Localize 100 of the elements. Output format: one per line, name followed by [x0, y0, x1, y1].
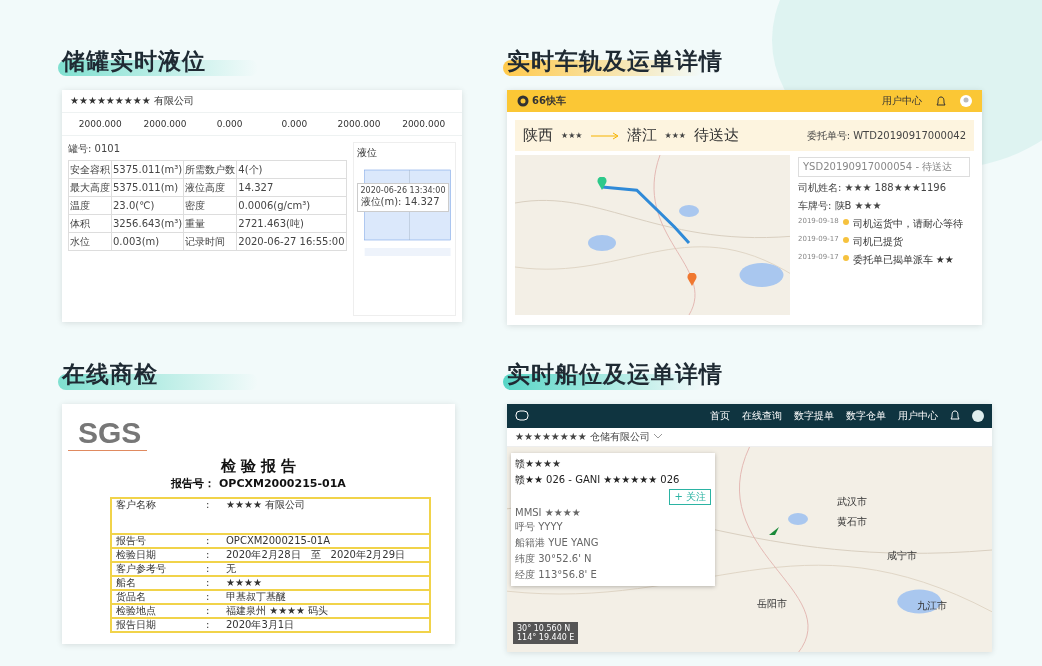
section-heading: 储罐实时液位 — [62, 46, 206, 76]
chart-title: 液位 — [356, 146, 378, 160]
map-place-label: 武汉市 — [837, 494, 867, 509]
map-place-label: 黄石市 — [837, 514, 867, 529]
end-pin-icon — [687, 273, 697, 286]
order-status: 待送达 — [694, 126, 740, 145]
table-cell: 14.327 — [237, 179, 347, 197]
stat-value: 0.000 — [280, 119, 309, 129]
table-cell: 安全容积 — [69, 161, 112, 179]
timeline-dot — [842, 219, 849, 225]
table-cell: 密度 — [184, 197, 238, 215]
chevron-down-icon[interactable] — [653, 434, 662, 439]
company-selector[interactable]: ★★★★★★★★ 仓储有限公司 — [515, 429, 650, 444]
colon-separator: : — [205, 534, 211, 547]
logo-icon — [515, 410, 529, 421]
origin-city: 陕西 — [523, 126, 553, 145]
stat-value: 2000.000 — [336, 119, 382, 129]
field-value: 无 — [225, 562, 237, 575]
colon-separator: : — [205, 604, 211, 617]
map-place-label: 咸宁市 — [887, 548, 917, 563]
field-value: OPCXM2000215-01A — [225, 534, 332, 547]
colon-separator: : — [205, 498, 211, 511]
stat-value: 2000.000 — [77, 119, 123, 129]
colon-separator: : — [205, 576, 211, 589]
table-cell: 2020-06-27 16:55:00 — [237, 233, 347, 251]
destination-city: 潜江 — [626, 126, 657, 145]
report-number: 报告号： OPCXM2000215-01A — [170, 475, 347, 491]
table-cell: 液位高度 — [184, 179, 238, 197]
field-label: 货品名 — [115, 590, 147, 603]
origin-masked: ★★★ — [561, 131, 583, 140]
map-place-label: 岳阳市 — [757, 596, 787, 611]
event-text: 委托单已揭单派车 ★★ — [852, 253, 954, 267]
map-place-label: 九江市 — [917, 598, 947, 613]
table-cell: 温度 — [69, 197, 112, 215]
vessel-field: 呼号 YYYY — [515, 519, 711, 534]
table-cell: 23.0(℃) — [112, 197, 185, 215]
waybill-field[interactable]: YSD20190917000054 - 待送达 — [798, 157, 970, 177]
start-pin-icon — [597, 177, 607, 190]
nav-link[interactable]: 在线查询 — [742, 408, 782, 423]
field-label: 检验地点 — [115, 604, 157, 617]
table-cell: 0.0006(g/cm³) — [237, 197, 347, 215]
bell-icon[interactable] — [936, 95, 946, 107]
timeline-dot — [842, 255, 849, 261]
arrow-icon — [590, 131, 619, 140]
field-value: ★★★★ — [225, 576, 263, 589]
nav-link[interactable]: 用户中心 — [882, 94, 922, 108]
sgs-logo: SGS — [68, 415, 148, 451]
section-heading: 在线商检 — [62, 360, 158, 389]
field-label: 报告日期 — [115, 618, 157, 631]
avatar-icon[interactable] — [972, 409, 984, 422]
stat-value: 0.000 — [215, 119, 244, 129]
event-text: 司机已提货 — [852, 235, 903, 249]
field-label: 客户名称 — [115, 498, 157, 511]
vessel-field: 经度 113°56.8' E — [515, 567, 711, 582]
table-cell: 2721.463(吨) — [237, 215, 347, 233]
table-cell: 所需数户数 — [184, 161, 238, 179]
table-cell: 0.003(m) — [112, 233, 185, 251]
field-label: 报告号 — [115, 534, 147, 547]
colon-separator: : — [205, 590, 211, 603]
vessel-name: 赣★★ 026 - GANI ★★★★★★ 026 — [515, 472, 681, 487]
app-logo[interactable]: 66快车 — [517, 94, 566, 108]
stat-value: 2000.000 — [142, 119, 188, 129]
table-cell: 记录时间 — [184, 233, 238, 251]
nav-link[interactable]: 数字提单 — [794, 408, 834, 423]
field-value: 2020年2月28日 至 2020年2月29日 — [225, 548, 407, 561]
field-label: 检验日期 — [115, 548, 157, 561]
table-cell: 5375.011(m³) — [112, 161, 185, 179]
field-label: 船名 — [115, 576, 137, 589]
table-cell: 水位 — [69, 233, 112, 251]
tank-number: 罐号: 0101 — [68, 142, 121, 156]
field-value: 甲基叔丁基醚 — [225, 590, 287, 603]
vessel-field: 船籍港 YUE YANG — [515, 535, 711, 550]
search-field[interactable]: 赣★★★★ — [515, 456, 711, 471]
table-cell: 体积 — [69, 215, 112, 233]
field-value: 福建泉州 ★★★★ 码头 — [225, 604, 330, 617]
tooltip-text: 2020-06-26 13:34:00 — [360, 186, 446, 195]
tooltip-text: 液位(m): 14.327 — [360, 195, 441, 209]
field-label: 客户参考号 — [115, 562, 167, 575]
vessel-field: MMSI ★★★★ — [515, 506, 711, 518]
driver-info: 司机姓名: ★★★ 188★★★1196 — [798, 181, 948, 195]
logo-icon — [517, 95, 529, 107]
plate-info: 车牌号: 陕B ★★★ — [798, 199, 883, 213]
coordinate-text: 114° 19.440 E — [517, 632, 575, 642]
colon-separator: : — [205, 548, 211, 561]
nav-link[interactable]: 首页 — [710, 408, 730, 423]
field-value: ★★★★ 有限公司 — [225, 498, 307, 511]
ship-marker-icon[interactable] — [769, 526, 779, 535]
table-cell: 重量 — [184, 215, 238, 233]
nav-link[interactable]: 数字仓单 — [846, 408, 886, 423]
bell-icon[interactable] — [950, 410, 960, 421]
timeline-dot — [842, 237, 849, 243]
table-cell: 最大高度 — [69, 179, 112, 197]
event-text: 司机运货中，请耐心等待 — [852, 217, 963, 231]
report-title: 检 验 报 告 — [219, 456, 298, 476]
vessel-field: 纬度 30°52.6' N — [515, 551, 711, 566]
table-cell: 3256.643(m³) — [112, 215, 185, 233]
colon-separator: : — [205, 562, 211, 575]
order-number: 委托单号: WTD20190917000042 — [806, 128, 966, 143]
coordinate-text: 30° 10.560 N — [517, 623, 572, 633]
nav-link[interactable]: 用户中心 — [898, 408, 938, 423]
